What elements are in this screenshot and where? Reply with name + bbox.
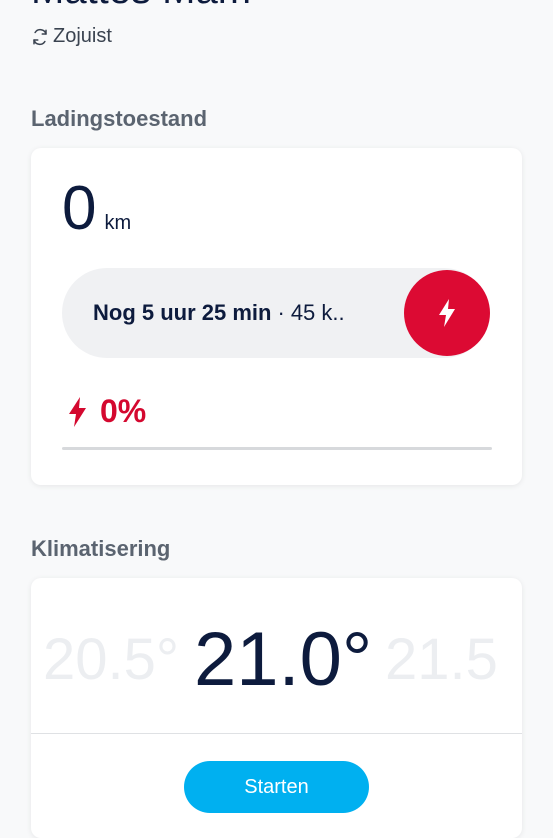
time-remaining: Nog 5 uur 25 min (93, 300, 272, 325)
card-divider (31, 733, 522, 734)
temperature-previous[interactable]: 20.5° (43, 626, 179, 693)
refresh-icon (33, 28, 47, 45)
charging-status-pill[interactable]: Nog 5 uur 25 min · 45 k.. (62, 268, 490, 358)
vehicle-name: Mattes Mam (31, 0, 251, 13)
temperature-current: 21.0° (194, 617, 373, 702)
range-value: 0 (62, 174, 97, 243)
lightning-bolt-icon (69, 396, 86, 427)
climate-card: 20.5° 21.0° 21.5 Starten (31, 578, 522, 838)
refresh-status[interactable]: Zojuist (31, 25, 112, 48)
status-separator: · (277, 300, 285, 325)
lightning-bolt-icon (439, 299, 455, 327)
battery-percent-row: 0% (66, 393, 146, 430)
temperature-next[interactable]: 21.5 (385, 626, 498, 693)
charging-power: 45 k.. (290, 300, 345, 325)
battery-percent: 0% (100, 393, 147, 429)
start-climate-button[interactable]: Starten (184, 761, 369, 813)
climate-section-title: Klimatisering (31, 536, 171, 561)
charging-section-title: Ladingstoestand (31, 106, 208, 131)
battery-progress-bar (62, 447, 492, 450)
charge-button[interactable] (404, 270, 490, 356)
range-display: 0 km (62, 178, 131, 240)
temperature-selector[interactable]: 20.5° 21.0° 21.5 (31, 608, 522, 708)
refresh-label: Zojuist (53, 25, 112, 47)
charging-card: 0 km Nog 5 uur 25 min · 45 k.. 0% (31, 148, 522, 485)
charging-status-text: Nog 5 uur 25 min · 45 k.. (93, 268, 345, 358)
range-unit: km (104, 212, 132, 234)
